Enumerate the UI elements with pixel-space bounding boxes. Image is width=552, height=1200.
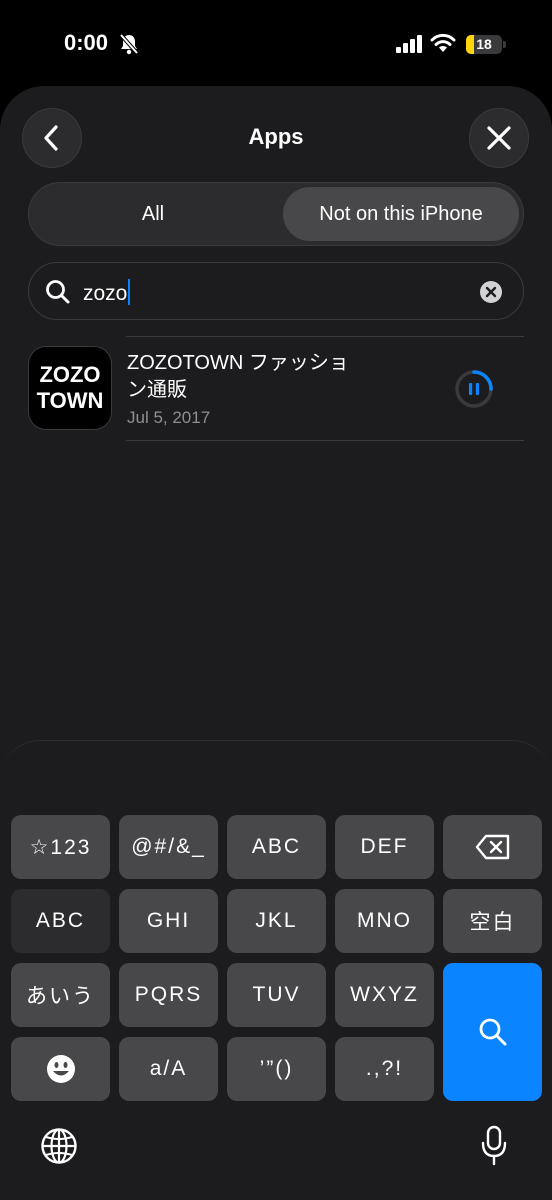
text-caret — [128, 279, 131, 305]
zozotown-app-icon: ZOZO TOWN — [28, 346, 112, 430]
pause-download-icon[interactable] — [454, 369, 494, 409]
battery-level: 18 — [476, 36, 492, 52]
japanese-keyboard: ☆123 @#/&_ ABC DEF ABC GHI JKL MNO 空白 あい… — [0, 740, 552, 1200]
search-query: zozo — [83, 282, 128, 305]
battery-indicator: 18 — [466, 35, 502, 54]
delete-backward-icon — [475, 834, 509, 860]
app-purchase-date: Jul 5, 2017 — [127, 408, 211, 427]
emoji-icon — [46, 1055, 75, 1083]
key-numbers[interactable]: ☆123 — [11, 815, 110, 879]
delete-key[interactable] — [443, 815, 542, 879]
segment-all[interactable]: All — [33, 187, 273, 241]
status-bar: 0:00 18 — [0, 0, 552, 90]
search-input[interactable]: zozo — [83, 279, 131, 306]
key-tuv[interactable]: TUV — [227, 963, 326, 1027]
app-name-line2: ン通販 — [127, 379, 187, 401]
close-icon — [487, 126, 511, 150]
key-def[interactable]: DEF — [335, 815, 434, 879]
filter-segmented-control: All Not on this iPhone — [28, 182, 524, 246]
key-case-toggle[interactable]: a/A — [119, 1037, 218, 1101]
key-space[interactable]: 空白 — [443, 889, 542, 953]
segment-not-on-this-iphone[interactable]: Not on this iPhone — [283, 187, 519, 241]
close-button[interactable] — [469, 108, 529, 168]
search-field[interactable]: zozo — [28, 262, 524, 320]
microphone-icon[interactable] — [480, 1125, 508, 1167]
app-name-line1: ZOZOTOWN ファッショ — [127, 352, 349, 374]
clear-text-icon[interactable] — [479, 280, 503, 304]
key-jkl[interactable]: JKL — [227, 889, 326, 953]
status-time: 0:00 — [64, 30, 109, 55]
key-punctuation[interactable]: .,?! — [335, 1037, 434, 1101]
silent-bell-icon — [119, 33, 139, 55]
cellular-signal-icon — [396, 35, 422, 53]
key-quotes-parens[interactable]: ’”() — [227, 1037, 326, 1101]
key-kana-mode[interactable]: あいう — [11, 963, 110, 1027]
emoji-key[interactable] — [11, 1037, 110, 1101]
app-icon-text-line2: TOWN — [36, 388, 104, 413]
globe-icon[interactable] — [40, 1127, 78, 1165]
search-icon — [46, 280, 70, 304]
search-key[interactable] — [443, 963, 542, 1101]
key-ghi[interactable]: GHI — [119, 889, 218, 953]
search-icon — [479, 1018, 506, 1046]
list-divider-bottom — [126, 440, 524, 441]
wifi-icon — [430, 33, 456, 52]
app-name: ZOZOTOWN ファッショ ン通販 — [127, 350, 427, 404]
list-divider-top — [126, 336, 524, 337]
key-abc-letters[interactable]: ABC — [227, 815, 326, 879]
key-abc-mode[interactable]: ABC — [11, 889, 110, 953]
key-symbols[interactable]: @#/&_ — [119, 815, 218, 879]
key-pqrs[interactable]: PQRS — [119, 963, 218, 1027]
key-wxyz[interactable]: WXYZ — [335, 963, 434, 1027]
key-mno[interactable]: MNO — [335, 889, 434, 953]
battery-tip — [503, 41, 506, 48]
app-icon-text-line1: ZOZO — [39, 362, 101, 387]
